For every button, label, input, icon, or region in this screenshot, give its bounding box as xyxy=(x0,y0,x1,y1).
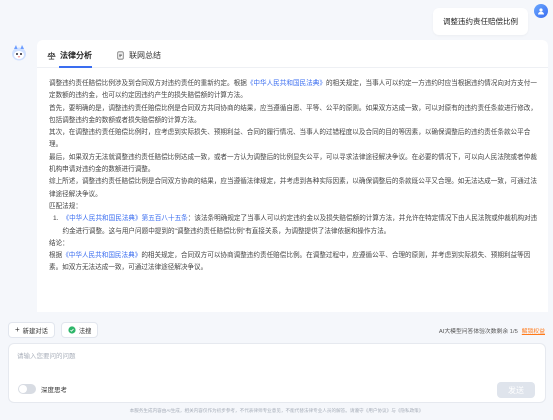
law-link[interactable]: 《中华人民共和国民法典》 xyxy=(62,252,141,259)
disclaimer-footer: 本服务生成内容由AI生成，相关内容仅作为初步参考，不代表律师专业意见，不能代替法… xyxy=(0,408,553,414)
new-chat-label: 新建对话 xyxy=(22,327,48,335)
user-message-row: 调整违约责任赔偿比例 xyxy=(433,4,548,35)
paragraph: 根据《中华人民共和国民法典》的相关规定，合同双方可以协商调整违约责任赔偿比例。在… xyxy=(49,250,538,275)
paragraph: 调整违约责任赔偿比例涉及到合同双方对违约责任的重新约定。根据《中华人民共和国民法… xyxy=(49,78,538,103)
analysis-content: 调整违约责任赔偿比例涉及到合同双方对违约责任的重新约定。根据《中华人民共和国民法… xyxy=(37,68,548,275)
quota-text: AI大模型问答体验次数剩余 1/5 xyxy=(438,328,518,335)
law-item-text: 《中华人民共和国民法典》第五百八十五条：该法条明确规定了当事人可以约定违约金以及… xyxy=(63,213,539,238)
tab-web-summary[interactable]: 联网总结 xyxy=(116,50,161,67)
user-question-bubble: 调整违约责任赔偿比例 xyxy=(433,8,528,35)
basis-label: 匹配法规： xyxy=(49,202,82,210)
chat-area: 调整违约责任赔偿比例 法律分析 联网总结 调整违约责任赔偿比例涉及到合同双方对违… xyxy=(0,0,553,312)
law-link[interactable]: 《中华人民共和国民法典》 xyxy=(247,80,326,87)
new-chat-button[interactable]: + 新建对话 xyxy=(8,322,55,338)
paragraph: 其次，在调整违约责任赔偿比例时，应考虑到实际损失、预期利益、合同的履行情况、当事… xyxy=(49,129,531,149)
conclusion-label: 结论： xyxy=(49,239,69,247)
answer-card: 法律分析 联网总结 调整违约责任赔偿比例涉及到合同双方对违约责任的重新约定。根据… xyxy=(37,40,548,312)
unlock-link[interactable]: 解锁权益 xyxy=(522,326,545,335)
bot-avatar xyxy=(10,44,28,62)
chat-toolbar: + 新建对话 法搜 AI大模型问答体验次数剩余 1/5 解锁权益 xyxy=(8,321,545,339)
question-input[interactable] xyxy=(17,350,537,368)
text: 调整违约责任赔偿比例涉及到合同双方对违约责任的重新约定。根据 xyxy=(49,80,247,87)
paragraph: 最后，如果双方无法就调整违约责任赔偿比例达成一致，或者一方认为调整后的比例显失公… xyxy=(49,153,537,174)
scale-icon xyxy=(47,51,56,60)
quota-info: AI大模型问答体验次数剩余 1/5 解锁权益 xyxy=(439,326,545,335)
text: 根据 xyxy=(49,252,63,260)
law-search-button[interactable]: 法搜 xyxy=(60,322,99,338)
deep-think-label: 深度思考 xyxy=(41,387,67,394)
law-search-icon xyxy=(68,326,76,334)
document-icon xyxy=(117,51,124,60)
tab-legal-analysis[interactable]: 法律分析 xyxy=(47,50,92,68)
question-input-box: 深度思考 发送 xyxy=(8,343,546,403)
law-article-link[interactable]: 《中华人民共和国民法典》第五百八十五条 xyxy=(63,215,188,222)
paragraph: 综上所述，调整违约责任赔偿比例是合同双方协商的结果，应当遵循法律规定，并考虑到各… xyxy=(49,178,537,198)
deep-think-toggle[interactable] xyxy=(18,384,36,394)
disclaimer-text: 本服务生成内容由AI生成，相关内容仅作为初步参考，不代表律师专业意见，不能代替法… xyxy=(129,408,424,413)
user-avatar xyxy=(534,4,548,18)
list-number: 1. xyxy=(53,215,59,223)
user-icon xyxy=(538,8,544,15)
plus-icon: + xyxy=(15,325,20,334)
bot-mascot-icon xyxy=(12,45,26,61)
answer-tabs: 法律分析 联网总结 xyxy=(37,40,548,68)
deep-think-toggle-wrap: 深度思考 xyxy=(18,384,67,394)
paragraph: 首先，要明确的是，调整违约责任赔偿比例是合同双方共同协商的结果，应当遵循自愿、平… xyxy=(49,104,537,124)
tab-label: 联网总结 xyxy=(129,51,161,60)
send-button[interactable]: 发送 xyxy=(497,382,535,398)
tab-label: 法律分析 xyxy=(60,51,92,60)
law-search-label: 法搜 xyxy=(78,327,92,335)
law-list-item: 1. 《中华人民共和国民法典》第五百八十五条：该法条明确规定了当事人可以约定违约… xyxy=(49,213,538,238)
